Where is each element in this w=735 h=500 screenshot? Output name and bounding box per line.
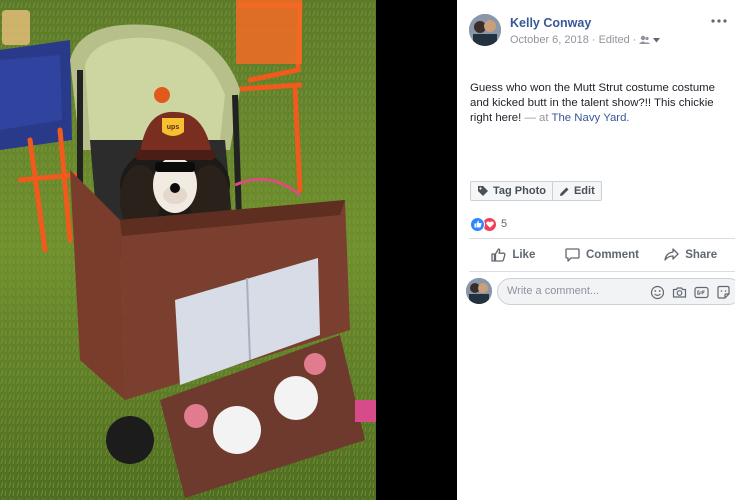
comment-tools: [650, 285, 731, 300]
edit-label: Edit: [573, 185, 595, 197]
emoji-icon[interactable]: [650, 285, 665, 300]
edited-label[interactable]: Edited: [599, 34, 630, 46]
gif-icon[interactable]: [694, 285, 709, 300]
post-message: Guess who won the Mutt Strut costume cos…: [470, 81, 732, 126]
pencil-icon: [559, 187, 569, 196]
post-date[interactable]: October 6, 2018: [510, 34, 589, 46]
more-options-button[interactable]: [709, 12, 729, 30]
photo-viewer: ups ups: [0, 0, 457, 500]
location-separator: — at: [524, 112, 549, 124]
dog-in-stroller-photo: ups ups: [0, 0, 376, 500]
camera-icon[interactable]: [672, 285, 687, 300]
tag-photo-label: Tag Photo: [493, 185, 546, 197]
post-photo[interactable]: ups ups: [0, 0, 376, 500]
reactions-summary[interactable]: 5: [470, 216, 507, 232]
author-name[interactable]: Kelly Conway: [510, 16, 591, 30]
comment-button[interactable]: Comment: [558, 240, 647, 270]
divider: [469, 238, 735, 239]
post-meta: October 6, 2018 · Edited ·: [510, 34, 661, 46]
share-icon: [664, 248, 679, 261]
like-button[interactable]: Like: [469, 240, 558, 270]
commenter-avatar[interactable]: [466, 278, 492, 304]
post-action-bar: Like Comment Share: [469, 240, 735, 270]
like-reaction-icon: [470, 216, 485, 232]
meta-separator-2: ·: [632, 34, 637, 46]
location-link[interactable]: The Navy Yard.: [552, 112, 630, 124]
share-label: Share: [685, 249, 718, 261]
thumbs-up-icon: [491, 248, 506, 262]
edit-photo-button[interactable]: Edit: [552, 181, 602, 201]
author-avatar[interactable]: [469, 14, 501, 46]
sticker-icon[interactable]: [716, 285, 731, 300]
comment-box[interactable]: [497, 278, 735, 305]
meta-separator: ·: [591, 34, 596, 46]
reaction-count: 5: [501, 218, 508, 230]
post-header: Kelly Conway October 6, 2018 · Edited ·: [469, 12, 735, 52]
like-label: Like: [512, 249, 536, 261]
comment-input[interactable]: [507, 285, 637, 297]
share-button[interactable]: Share: [646, 240, 735, 270]
photo-actions: Tag Photo Edit: [470, 181, 602, 201]
friends-audience-icon[interactable]: [639, 35, 651, 45]
chevron-down-icon[interactable]: [653, 37, 661, 43]
ellipsis-icon: [711, 19, 727, 23]
comment-composer: [466, 278, 735, 306]
comment-label: Comment: [585, 249, 640, 261]
tag-photo-button[interactable]: Tag Photo: [470, 181, 553, 201]
post-side-panel: Kelly Conway October 6, 2018 · Edited · …: [457, 0, 735, 500]
svg-text:ups: ups: [167, 124, 180, 131]
divider: [469, 271, 735, 272]
comment-icon: [565, 248, 580, 262]
tag-icon: [478, 186, 488, 196]
